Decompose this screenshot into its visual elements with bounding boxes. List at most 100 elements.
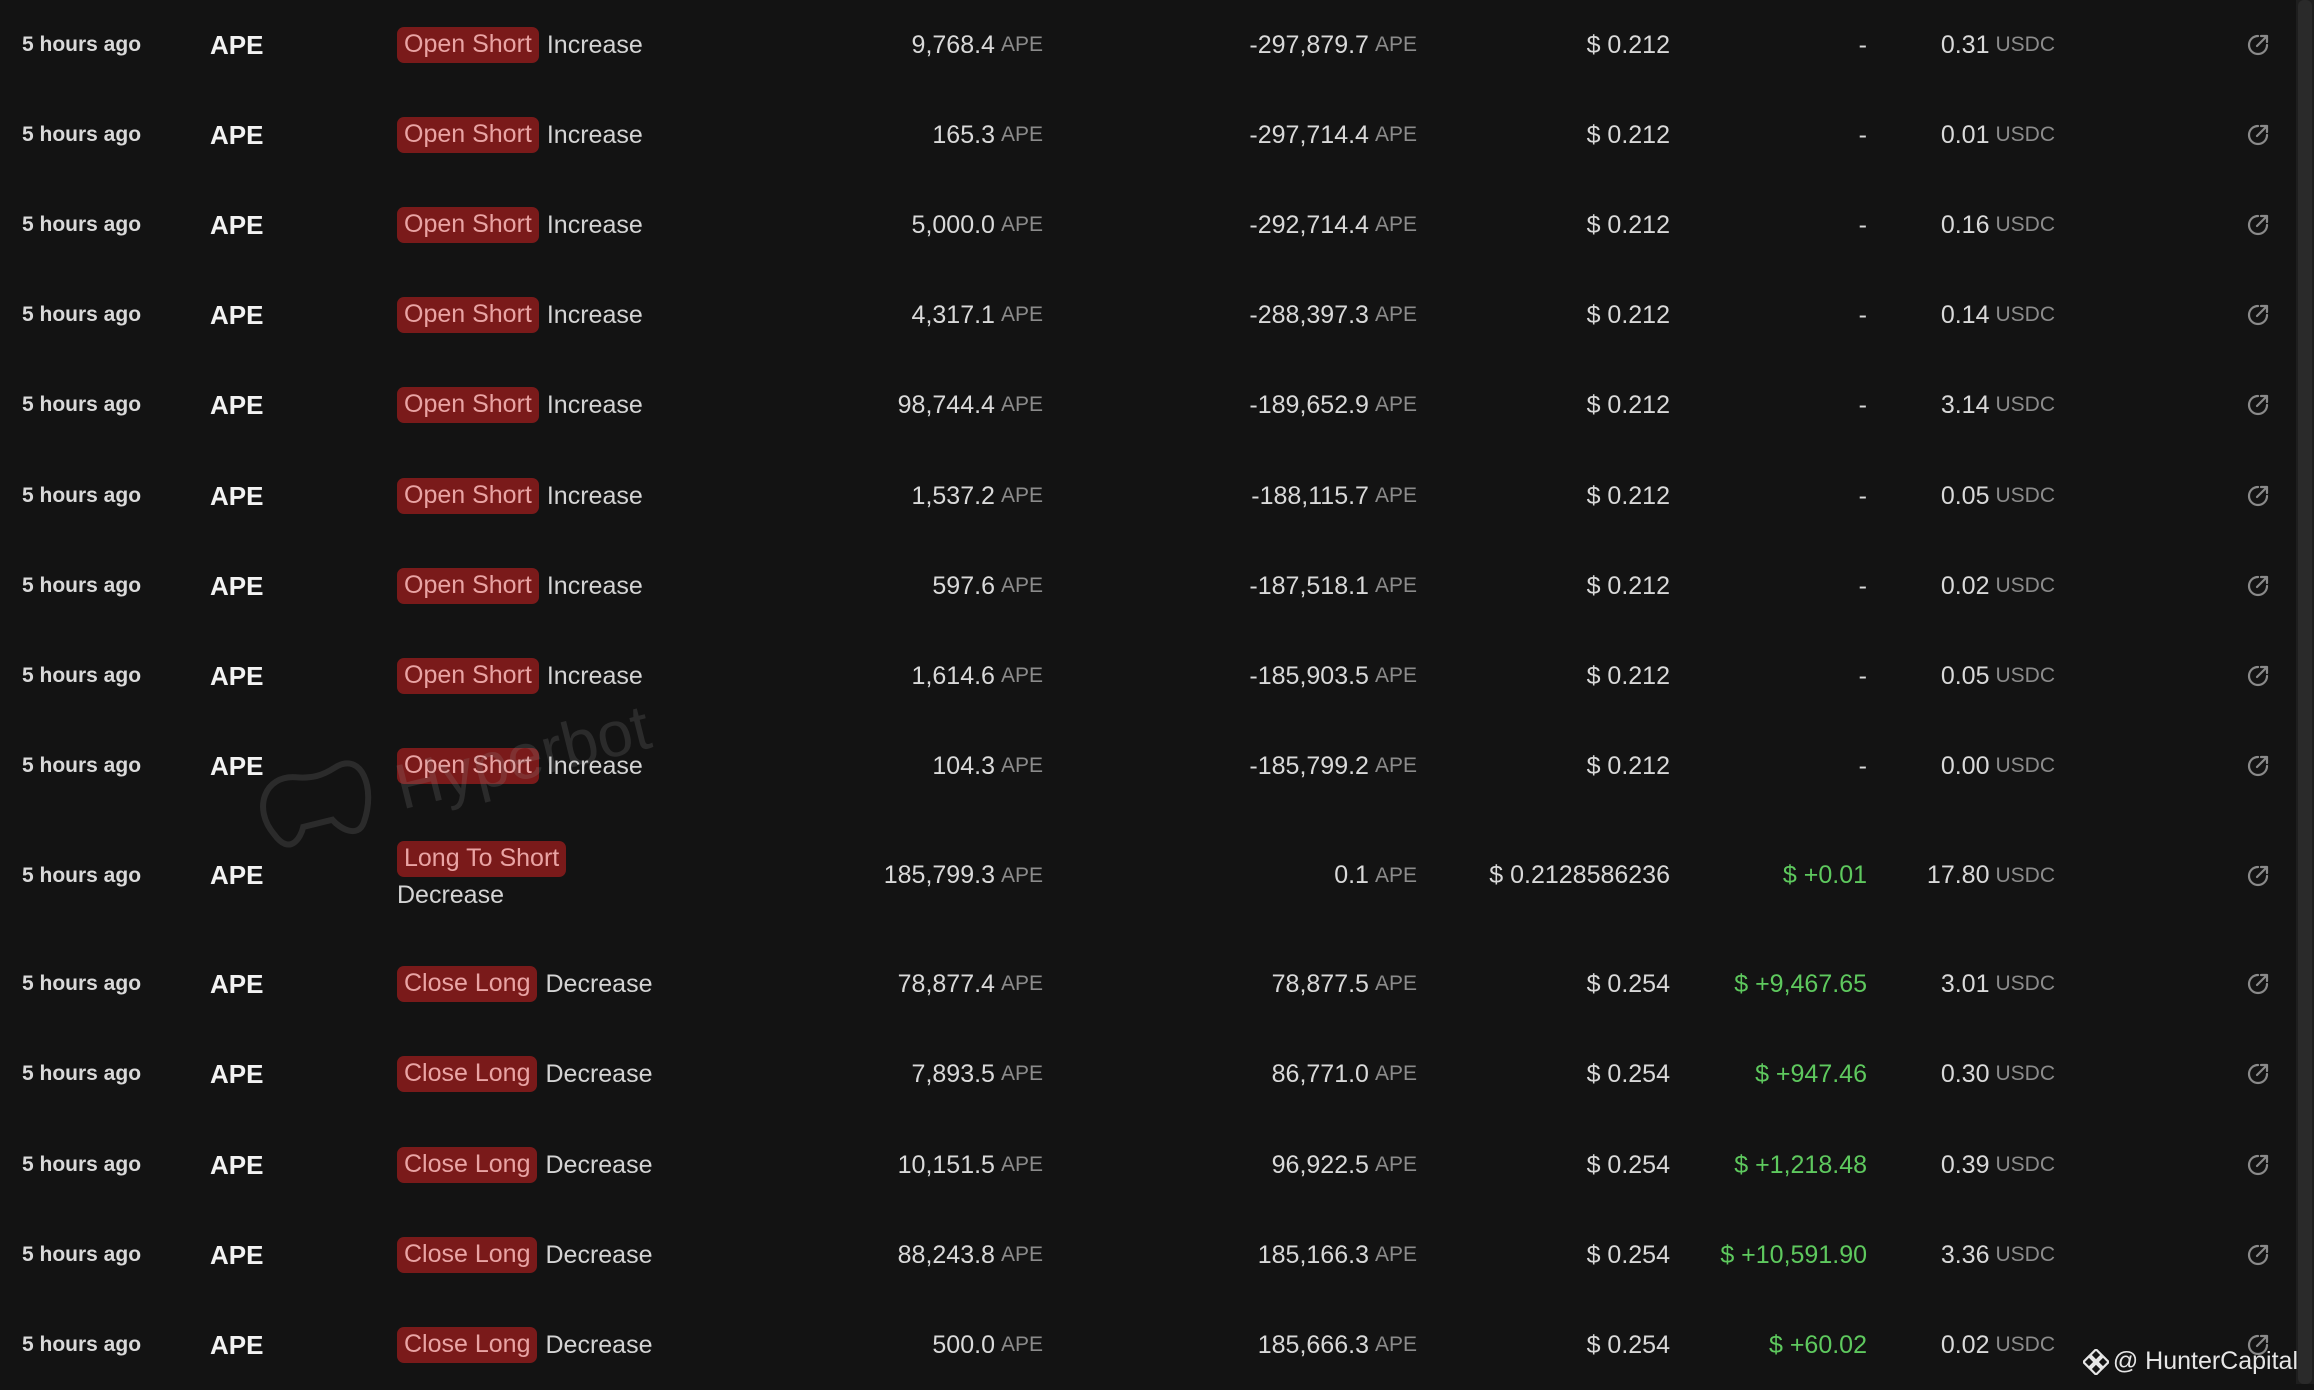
action-badge: Open Short (397, 568, 539, 604)
external-link-icon[interactable] (2240, 270, 2276, 360)
external-link-icon[interactable] (2240, 0, 2276, 90)
fee-value: 0.16 (1940, 210, 1990, 239)
table-row: 5 hours ago APE Open Short Increase 1,61… (0, 631, 2296, 721)
time-cell: 5 hours ago (22, 574, 142, 597)
time-cell: 5 hours ago (22, 303, 142, 326)
external-link-icon[interactable] (2240, 90, 2276, 180)
external-link-icon[interactable] (2240, 541, 2276, 631)
fee-cell: 3.36 USDC (1800, 1210, 2055, 1300)
fee-value: 3.01 (1940, 969, 1990, 998)
external-link-icon[interactable] (2240, 812, 2276, 939)
amount-value: 98,744.4 (897, 390, 995, 419)
fee-cell: 0.14 USDC (1800, 270, 2055, 360)
external-link-icon[interactable] (2240, 721, 2276, 811)
fee-unit: USDC (1995, 1333, 2055, 1356)
amount-value: 1,614.6 (911, 661, 995, 690)
scrollbar-thumb[interactable] (2298, 0, 2312, 1384)
amount-value: 9,768.4 (911, 30, 995, 59)
direction-label: Increase (546, 120, 643, 149)
price-cell: $ 0.212 (1586, 210, 1670, 239)
external-link-icon[interactable] (2240, 1210, 2276, 1300)
token-cell: APE (210, 119, 264, 150)
action-cell: Close Long Decrease (397, 1300, 652, 1390)
external-link-icon[interactable] (2240, 451, 2276, 541)
time-cell: 5 hours ago (22, 213, 142, 236)
fee-unit: USDC (1995, 754, 2055, 777)
fee-unit: USDC (1995, 33, 2055, 56)
action-cell: Open Short Increase (397, 360, 643, 450)
amount-unit: APE (1000, 972, 1043, 995)
token-cell: APE (210, 480, 264, 511)
fee-unit: USDC (1995, 303, 2055, 326)
action-cell: Open Short Increase (397, 631, 643, 721)
fee-cell: 0.00 USDC (1800, 721, 2055, 811)
amount-value: 7,893.5 (911, 1059, 995, 1088)
amount-value: 1,537.2 (911, 481, 995, 510)
external-link-icon[interactable] (2240, 1029, 2276, 1119)
amount-cell: 88,243.8 APE (700, 1210, 1043, 1300)
fee-value: 17.80 (1926, 861, 1990, 889)
action-cell: Open Short Increase (397, 90, 643, 180)
amount-cell: 5,000.0 APE (700, 180, 1043, 270)
fee-value: 3.36 (1940, 1240, 1990, 1269)
external-link-icon[interactable] (2240, 180, 2276, 270)
amount-value: 597.6 (932, 571, 995, 600)
external-link-glyph (2247, 865, 2269, 886)
action-cell: Close Long Decrease (397, 1120, 652, 1210)
direction-label: Increase (546, 300, 643, 329)
amount-cell: 500.0 APE (700, 1300, 1043, 1390)
fee-cell: 0.31 USDC (1800, 0, 2055, 90)
table-row: 5 hours ago APE Close Long Decrease 500.… (0, 1300, 2296, 1390)
direction-label: Increase (546, 30, 643, 59)
table-row: 5 hours ago APE Open Short Increase 9,76… (0, 0, 2296, 90)
fee-unit: USDC (1995, 123, 2055, 146)
fee-unit: USDC (1995, 972, 2055, 995)
amount-cell: 185,799.3 APE (700, 812, 1043, 939)
external-link-glyph (2247, 304, 2269, 326)
direction-label: Increase (546, 210, 643, 239)
amount-unit: APE (1000, 1333, 1043, 1356)
amount-unit: APE (1000, 664, 1043, 687)
time-cell: 5 hours ago (22, 754, 142, 777)
direction-label: Increase (546, 390, 643, 419)
fee-cell: 17.80 USDC (1800, 812, 2055, 939)
fee-unit: USDC (1995, 863, 2055, 887)
token-cell: APE (210, 1058, 264, 1089)
amount-unit: APE (1000, 393, 1043, 416)
price-cell: $ 0.254 (1586, 1240, 1670, 1269)
time-cell: 5 hours ago (22, 972, 142, 995)
external-link-glyph (2247, 755, 2269, 777)
price-cell: $ 0.212 (1586, 661, 1670, 690)
fee-value: 0.14 (1940, 300, 1990, 329)
external-link-icon[interactable] (2240, 360, 2276, 450)
token-cell: APE (210, 570, 264, 601)
amount-value: 500.0 (932, 1330, 995, 1359)
time-cell: 5 hours ago (22, 393, 142, 416)
action-cell: Open Short Increase (397, 721, 643, 811)
external-link-glyph (2247, 394, 2269, 416)
action-cell: Close Long Decrease (397, 1029, 652, 1119)
external-link-icon[interactable] (2240, 1300, 2276, 1390)
external-link-icon[interactable] (2240, 1120, 2276, 1210)
fee-cell: 0.30 USDC (1800, 1029, 2055, 1119)
external-link-glyph (2247, 485, 2269, 507)
price-cell: $ 0.212 (1586, 120, 1670, 149)
external-link-icon[interactable] (2240, 631, 2276, 721)
external-link-icon[interactable] (2240, 939, 2276, 1029)
trades-table: 5 hours ago APE Open Short Increase 9,76… (0, 0, 2296, 1384)
action-cell: Open Short Increase (397, 0, 643, 90)
action-cell: Close Long Decrease (397, 939, 652, 1029)
fee-value: 0.05 (1940, 661, 1990, 690)
price-cell: $ 0.212 (1586, 751, 1670, 780)
time-cell: 5 hours ago (22, 484, 142, 507)
external-link-glyph (2247, 124, 2269, 146)
table-row: 5 hours ago APE Close Long Decrease 78,8… (0, 939, 2296, 1029)
fee-cell: 0.05 USDC (1800, 631, 2055, 721)
fee-unit: USDC (1995, 393, 2055, 416)
amount-unit: APE (1000, 484, 1043, 507)
token-cell: APE (210, 29, 264, 60)
price-cell: $ 0.212 (1586, 571, 1670, 600)
price-cell: $ 0.212 (1586, 390, 1670, 419)
amount-unit: APE (1000, 303, 1043, 326)
amount-cell: 1,537.2 APE (700, 451, 1043, 541)
